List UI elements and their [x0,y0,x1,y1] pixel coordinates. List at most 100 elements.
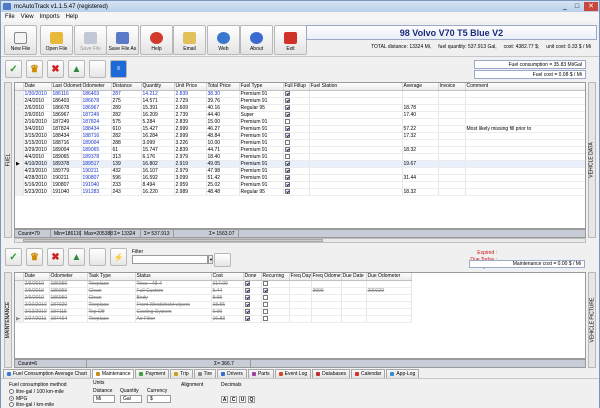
maintenance-cell[interactable]: 16.83 [211,315,244,323]
fuel-cell[interactable] [283,139,310,147]
fuel-cell[interactable]: 243 [111,188,142,196]
fuel-row[interactable]: 3/29/2010 189004 189065 61 15.747 2.839 44.71 P… [15,146,585,154]
fuel-cell[interactable] [402,139,439,147]
checkbox-checked[interactable] [284,188,290,194]
fuel-cell[interactable]: 287 [111,90,142,98]
fuel-row[interactable]: 4/23/2010 189779 190211 432 16.107 2.979 47.98… [15,167,585,175]
add-fuel-button[interactable]: ♛ [26,60,43,78]
fuel-cell[interactable] [438,139,466,147]
fuel-cell[interactable]: Premium 91 [239,153,284,161]
fuel-column-header[interactable]: Fuel Type [239,83,284,91]
fuel-cell[interactable] [465,132,585,140]
tab-databases[interactable]: Databases [312,369,351,378]
fuel-cell[interactable] [309,118,403,126]
fuel-cell[interactable] [465,97,585,105]
fuel-column-header[interactable]: Date [23,83,52,91]
fuel-column-header[interactable]: Unit Price [174,83,207,91]
fuel-cell[interactable]: Premium 91 [239,146,284,154]
alignment-button-q[interactable]: Q [248,396,255,403]
fuel-cell[interactable]: 596 [111,174,142,182]
checkbox-checked[interactable] [284,111,290,117]
fuel-cell[interactable] [465,181,585,189]
maintenance-cell[interactable]: 18.55 [211,301,244,309]
checkbox-checked[interactable] [244,308,250,314]
maintenance-row[interactable]: 2/9/2010 186950 Tireplace Tires - 48-4 317.0… [15,280,585,288]
fuel-row[interactable]: 4/28/2010 190211 190807 596 16.592 3.099 51.42… [15,174,585,182]
maintenance-cell[interactable]: 2/27/2011 [23,315,50,323]
fuel-cell[interactable]: 31.44 [402,174,439,182]
maintenance-cell[interactable] [366,280,412,288]
maintenance-cell[interactable]: Air Filter [135,315,212,323]
tab-parts[interactable]: Parts [247,369,274,378]
fuel-cell[interactable]: Premium 91 [239,97,284,105]
fuel-column-header[interactable]: Last Odometer [51,83,82,91]
maintenance-cell[interactable]: Tires - 48-4 [135,280,212,288]
fuel-cell[interactable]: 18.32 [402,188,439,196]
fuel-cell[interactable]: 189065 [81,146,112,154]
tab-maintenance[interactable]: MAINTENANCE [4,272,12,368]
maintenance-column-header[interactable]: Odometer [49,273,88,281]
fuel-cell[interactable] [283,125,310,133]
fuel-cell[interactable]: 2.979 [174,153,207,161]
fuel-cell[interactable]: 188434 [81,125,112,133]
fuel-cell[interactable] [309,153,403,161]
maintenance-cell[interactable] [341,280,367,288]
fuel-cell[interactable]: 3/4/2010 [23,125,52,133]
maintenance-row[interactable]: 2/10/2010 187020 Tireplace Front Windshield… [15,301,585,309]
fuel-cell[interactable]: 3.226 [174,139,207,147]
fuel-cell[interactable]: 4/23/2010 [23,167,52,175]
fuel-cell[interactable]: Super [239,111,284,119]
maintenance-cell[interactable]: 8.95 [211,294,244,302]
fuel-cell[interactable] [465,174,585,182]
fuel-cell[interactable]: 2/9/2010 [23,111,52,119]
maintenance-cell[interactable] [261,287,290,295]
fuel-cell[interactable]: 5/23/2010 [23,188,52,196]
fuel-cell[interactable]: 16.284 [141,132,175,140]
fuel-cell[interactable]: 2.999 [174,132,207,140]
tab-drivers[interactable]: Drivers [217,369,247,378]
lock-fuel-button[interactable]: ▲ [68,60,85,78]
fuel-cell[interactable]: 189378 [51,160,82,168]
fuel-cell[interactable]: 2.959 [174,181,207,189]
checkbox-checked[interactable] [284,160,290,166]
maintenance-cell[interactable]: Front Windshield wipers [135,301,212,309]
maintenance-cell[interactable]: 200220 [366,287,412,295]
maintenance-cell[interactable] [243,308,262,316]
maintenance-cell[interactable] [243,301,262,309]
maintenance-cell[interactable] [289,315,312,323]
fuel-cell[interactable]: 190211 [51,174,82,182]
fuel-cell[interactable]: Premium 91 [239,139,284,147]
radio-icon[interactable] [9,389,14,395]
checkbox[interactable] [262,308,268,314]
fuel-cell[interactable] [438,174,466,182]
open-file-button[interactable]: Open File [40,25,73,55]
fuel-cell[interactable] [283,146,310,154]
fuel-cell[interactable] [438,111,466,119]
fuel-cell[interactable]: 289 [111,104,142,112]
maintenance-cell[interactable]: 5.44 [211,287,244,295]
fuel-column-header[interactable]: Fuel Station [309,83,403,91]
fuel-cell[interactable]: 3/29/2010 [23,146,52,154]
fuel-cell[interactable]: 188434 [51,132,82,140]
fuel-cell[interactable] [283,118,310,126]
fuel-cell[interactable] [309,104,403,112]
fuel-cell[interactable]: 4/4/2010 [23,153,52,161]
maintenance-cell[interactable] [341,287,367,295]
fuel-cell[interactable] [438,104,466,112]
maintenance-cell[interactable]: 2/9/2010 [23,294,50,302]
new-file-button[interactable]: New File [4,25,37,55]
fuel-row[interactable]: 2/9/2010 186967 187249 282 16.209 2.739 44.40 S… [15,111,585,119]
fuel-cell[interactable]: Premium 91 [239,90,284,98]
blank-fuel-button[interactable] [89,60,106,78]
fuel-cell[interactable]: 282 [111,132,142,140]
fuel-cell[interactable]: 2.729 [174,97,207,105]
maintenance-column-header[interactable]: Freq Day [289,273,312,281]
fuel-column-header[interactable]: Invoice [438,83,466,91]
maintenance-cell[interactable]: 186950 [49,287,88,295]
fuel-cell[interactable]: 17.40 [402,111,439,119]
fuel-cell[interactable] [309,167,403,175]
maintenance-row[interactable]: ▶ 2/27/2011 187464 Tireplace Air Filter 16.83 [15,315,585,323]
maintenance-cell[interactable] [311,294,342,302]
fuel-cell[interactable]: 44.40 [206,111,240,119]
maintenance-column-header[interactable]: Done [243,273,262,281]
